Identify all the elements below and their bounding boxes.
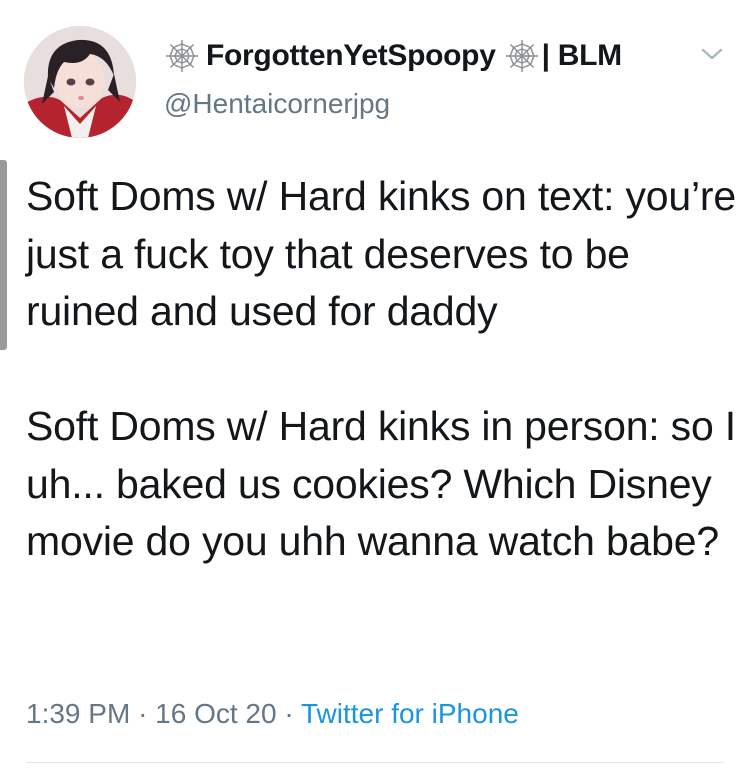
scroll-indicator[interactable]	[0, 160, 7, 350]
avatar[interactable]	[24, 26, 136, 138]
display-name-row[interactable]: ForgottenYetSpoopy | BLM	[164, 36, 622, 76]
chevron-down-icon[interactable]	[700, 46, 724, 62]
tweet-time[interactable]: 1:39 PM	[26, 698, 130, 729]
divider	[26, 762, 724, 763]
tweet: ForgottenYetSpoopy | BLM @Hentaicornerjp…	[0, 0, 750, 776]
tweet-date[interactable]: 16 Oct 20	[155, 698, 276, 729]
display-name: ForgottenYetSpoopy	[206, 39, 496, 72]
username[interactable]: @Hentaicornerjpg	[164, 88, 390, 120]
display-name-suffix: | BLM	[541, 39, 623, 72]
tweet-meta: 1:39 PM · 16 Oct 20 · Twitter for iPhone	[26, 698, 519, 730]
tweet-text: Soft Doms w/ Hard kinks on text: you’re …	[26, 168, 736, 571]
tweet-source-link[interactable]: Twitter for iPhone	[301, 698, 519, 729]
tweet-paragraph: Soft Doms w/ Hard kinks in person: so I …	[26, 403, 736, 564]
meta-separator: ·	[138, 698, 148, 729]
meta-separator: ·	[284, 698, 294, 729]
spider-web-icon	[504, 38, 540, 74]
tweet-paragraph: Soft Doms w/ Hard kinks on text: you’re …	[26, 173, 736, 334]
spider-web-icon	[164, 38, 200, 74]
